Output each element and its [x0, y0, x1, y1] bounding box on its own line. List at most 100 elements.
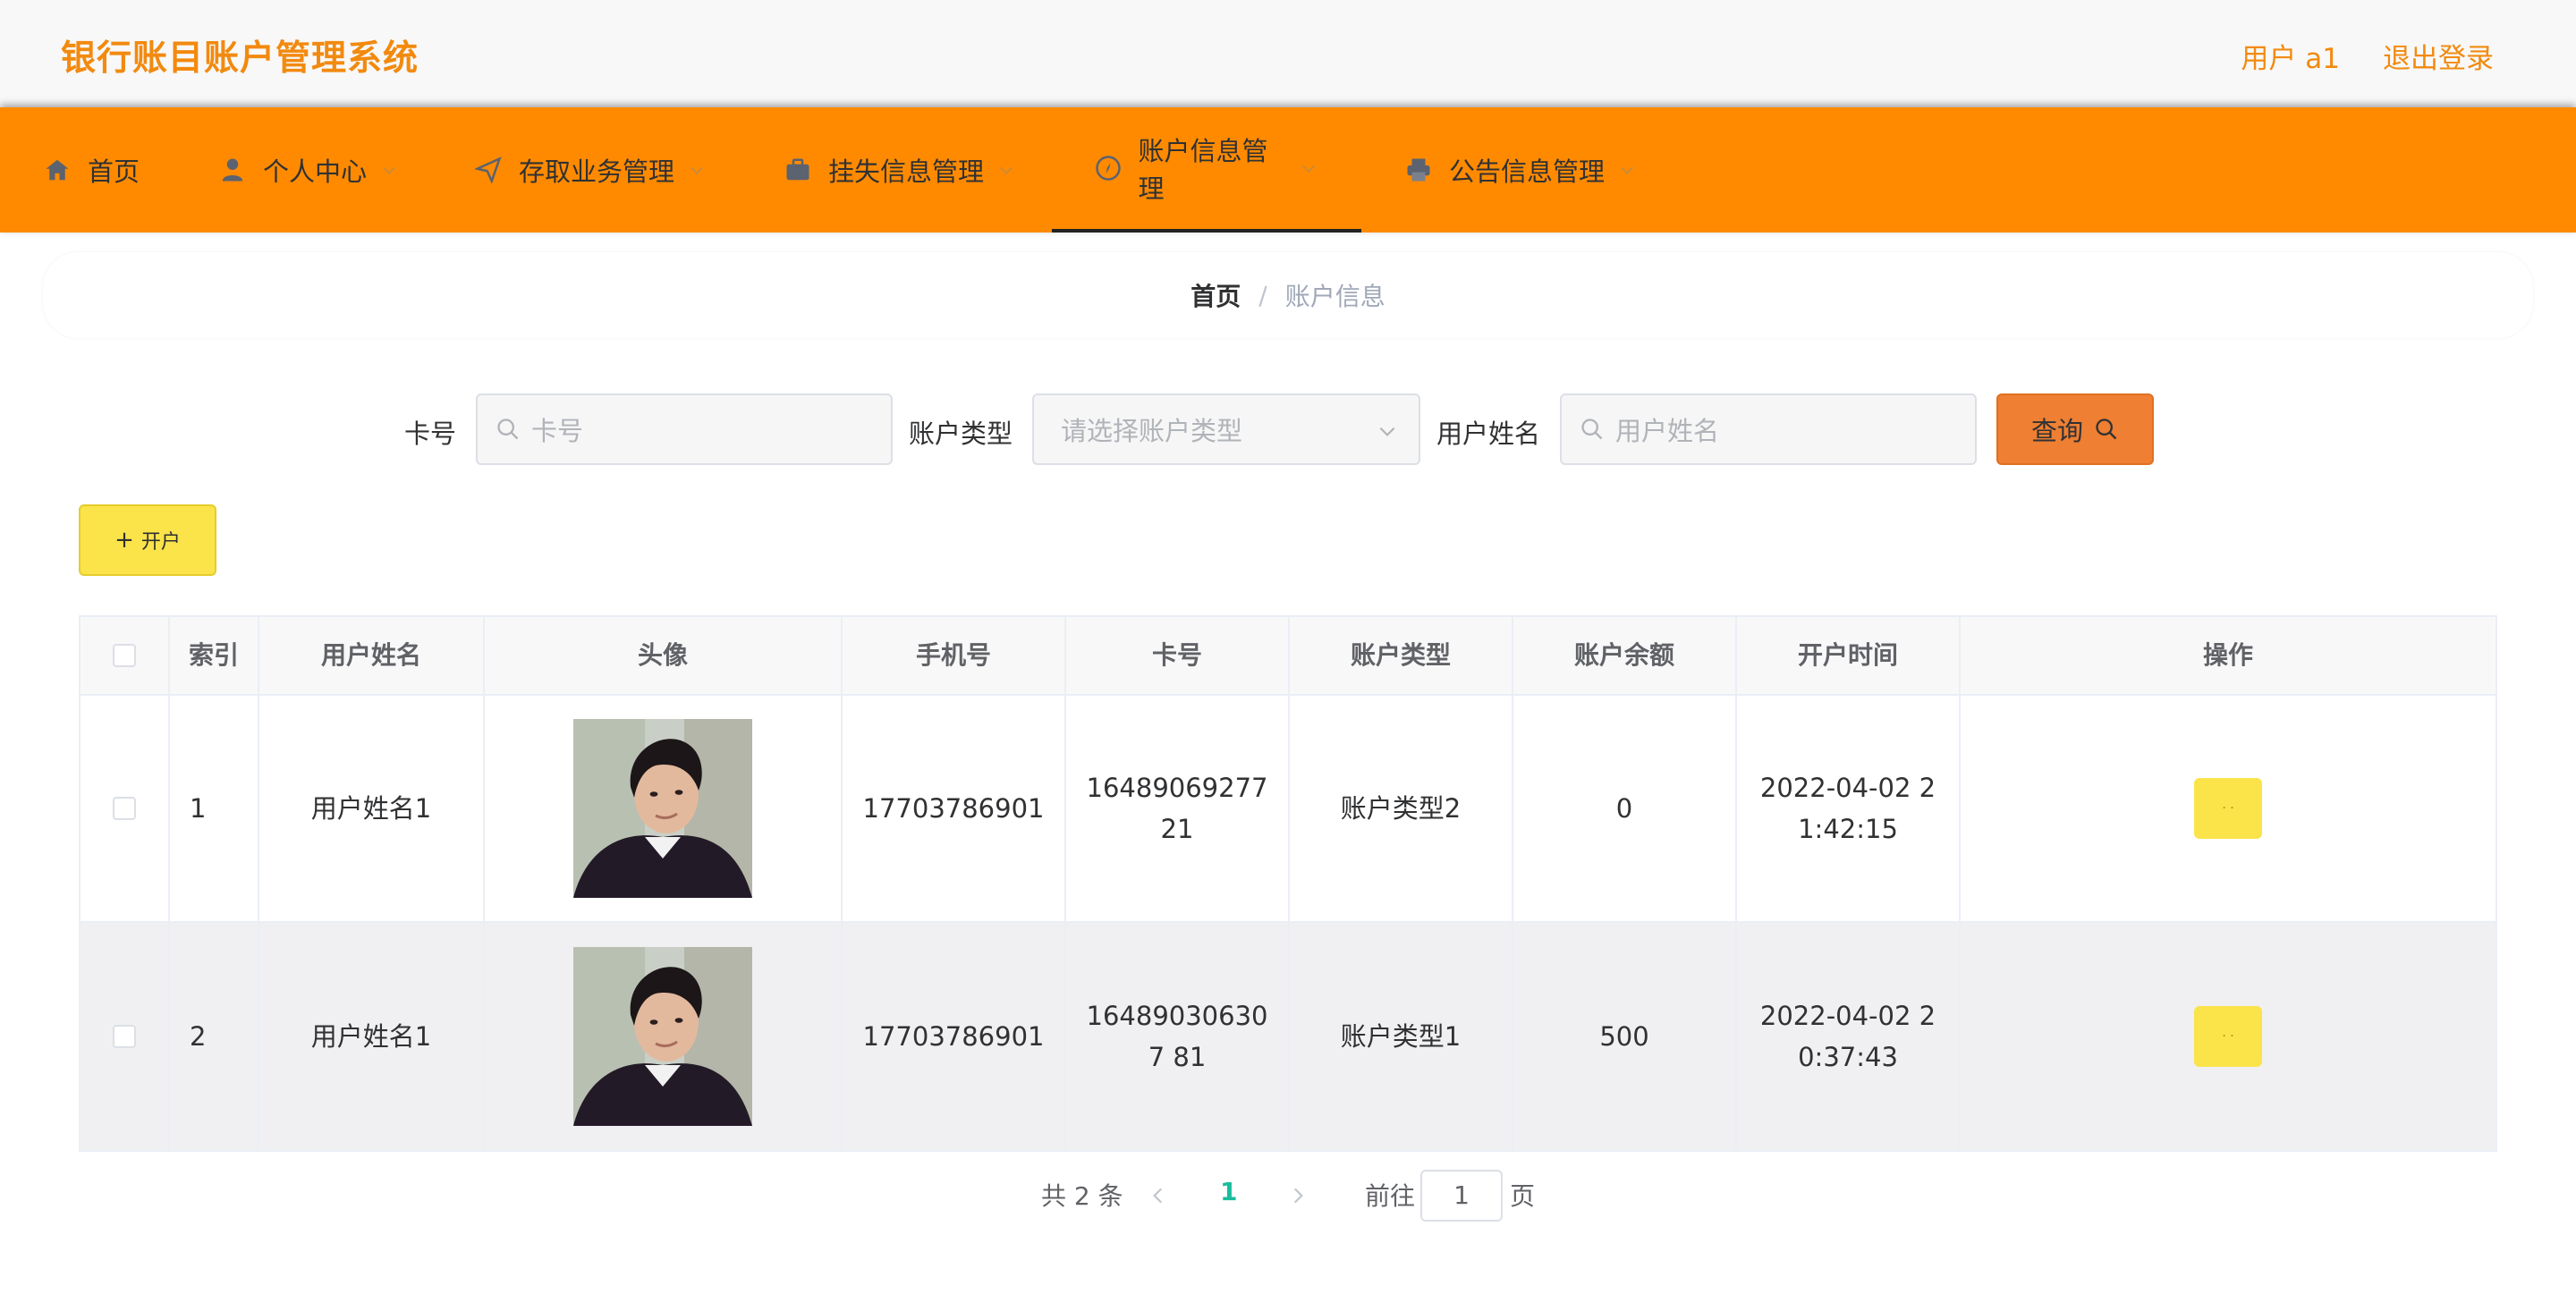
top-bar: 银行账目账户管理系统 用户 a1 退出登录: [0, 0, 2576, 107]
nav-label: 个人中心: [263, 156, 368, 187]
row-action-button[interactable]: · ·: [2194, 778, 2262, 839]
chevron-left-icon[interactable]: [1147, 1184, 1170, 1207]
search-icon: [2094, 417, 2119, 442]
column-header: 卡号: [1066, 617, 1290, 694]
index-cell: 2: [170, 923, 259, 1150]
open-account-label: 开户: [140, 531, 181, 554]
nav-item-loss-report[interactable]: 挂失信息管理: [784, 107, 1016, 233]
chevron-down-icon: [1376, 419, 1399, 442]
row-checkbox[interactable]: [113, 797, 136, 820]
operation-cell: · ·: [1961, 696, 2496, 921]
table-row: 1 用户姓名1 17703786901 1648906927721 账户类型2 …: [80, 696, 2496, 923]
phone-cell: 17703786901: [843, 696, 1066, 921]
search-icon: [496, 417, 521, 442]
avatar-cell: [485, 696, 843, 921]
card-number-input[interactable]: 卡号: [476, 393, 893, 465]
account-type-cell: 账户类型1: [1290, 923, 1513, 1150]
phone-cell: 17703786901: [843, 923, 1066, 1150]
row-select-cell: [80, 696, 170, 921]
user-name-label: 用户姓名: [1436, 419, 1541, 449]
index-cell: 1: [170, 696, 259, 921]
accounts-table: 索引 用户姓名 头像 手机号 卡号 账户类型 账户余额 开户时间 操作 1 用户…: [79, 615, 2497, 1152]
name-cell: 用户姓名1: [259, 923, 485, 1150]
chevron-down-icon: [687, 160, 707, 180]
nav-label: 挂失信息管理: [828, 156, 985, 187]
nav-label: 存取业务管理: [519, 156, 675, 187]
account-type-placeholder: 请选择账户类型: [1061, 416, 1243, 446]
column-header: 账户余额: [1513, 617, 1737, 694]
logout-link[interactable]: 退出登录: [2383, 36, 2494, 76]
open-time-cell: 2022-04-02 21:42:15: [1737, 696, 1961, 921]
account-type-cell: 账户类型2: [1290, 696, 1513, 921]
balance-cell: 500: [1513, 923, 1737, 1150]
select-all-cell: [80, 617, 170, 694]
card-number-placeholder: 卡号: [531, 416, 584, 446]
account-type-label: 账户类型: [909, 419, 1013, 449]
user-icon: [218, 156, 247, 184]
row-checkbox[interactable]: [113, 1025, 136, 1048]
user-area: 用户 a1 退出登录: [2241, 36, 2494, 76]
card-number-value: 1648906927721: [1086, 773, 1268, 844]
chevron-down-icon: [1617, 160, 1637, 180]
query-button[interactable]: 查询: [1996, 393, 2154, 465]
row-select-cell: [80, 923, 170, 1150]
search-icon: [1580, 417, 1605, 442]
nav-label: 公告信息管理: [1449, 156, 1606, 187]
pagination-goto-input[interactable]: 1: [1420, 1170, 1503, 1222]
account-type-select[interactable]: 请选择账户类型: [1032, 393, 1420, 465]
pagination-goto-label: 前往: [1365, 1181, 1416, 1211]
card-number-cell: 164890306307 81: [1066, 923, 1290, 1150]
name-cell: 用户姓名1: [259, 696, 485, 921]
column-header: 头像: [485, 617, 843, 694]
column-header: 开户时间: [1737, 617, 1961, 694]
table-row: 2 用户姓名1 17703786901 164890306307 81 账户类型…: [80, 923, 2496, 1150]
avatar: [573, 947, 752, 1126]
column-header: 手机号: [843, 617, 1066, 694]
search-form: 卡号 卡号 账户类型 请选择账户类型 用户姓名 用户姓名 查询: [0, 393, 2576, 465]
breadcrumb: 首页 / 账户信息: [43, 252, 2533, 338]
compass-icon: [1095, 154, 1122, 182]
pagination-total: 共 2 条: [1041, 1181, 1123, 1211]
pagination: 共 2 条 1 前往 1 页: [0, 1170, 2576, 1223]
current-user-label: 用户 a1: [2241, 43, 2340, 75]
nav-item-home[interactable]: 首页: [43, 107, 140, 233]
chevron-right-icon[interactable]: [1286, 1184, 1309, 1207]
send-icon: [474, 156, 503, 184]
open-time-value: 2022-04-02 21:42:15: [1759, 773, 1936, 844]
balance-cell: 0: [1513, 696, 1737, 921]
nav-item-account-info[interactable]: 账户信息管理: [1052, 107, 1361, 233]
card-number-cell: 1648906927721: [1066, 696, 1290, 921]
column-header: 账户类型: [1290, 617, 1513, 694]
query-button-label: 查询: [2030, 416, 2083, 446]
chevron-down-icon: [996, 160, 1016, 180]
printer-icon: [1404, 156, 1433, 184]
breadcrumb-home[interactable]: 首页: [1191, 277, 1241, 313]
nav-label: 首页: [88, 156, 140, 187]
chevron-down-icon: [379, 160, 399, 180]
plus-icon: +: [114, 527, 134, 554]
home-icon: [43, 156, 72, 184]
open-time-cell: 2022-04-02 20:37:43: [1737, 923, 1961, 1150]
table-header-row: 索引 用户姓名 头像 手机号 卡号 账户类型 账户余额 开户时间 操作: [80, 617, 2496, 696]
breadcrumb-separator: /: [1258, 280, 1267, 310]
card-number-value: 164890306307 81: [1086, 1001, 1268, 1072]
avatar-cell: [485, 923, 843, 1150]
operation-cell: · ·: [1961, 923, 2496, 1150]
column-header: 用户姓名: [259, 617, 485, 694]
user-name-input[interactable]: 用户姓名: [1560, 393, 1977, 465]
column-header: 操作: [2202, 640, 2253, 670]
nav-item-personal-center[interactable]: 个人中心: [218, 107, 399, 233]
app-title: 银行账目账户管理系统: [61, 38, 419, 79]
row-action-button[interactable]: · ·: [2194, 1006, 2262, 1067]
select-all-checkbox[interactable]: [113, 644, 136, 667]
open-account-button[interactable]: + 开户: [79, 504, 216, 576]
column-header: 索引: [170, 617, 259, 694]
nav-item-announcements[interactable]: 公告信息管理: [1404, 107, 1637, 233]
nav-label: 账户信息管理: [1138, 136, 1268, 204]
card-number-label: 卡号: [404, 419, 457, 449]
open-time-value: 2022-04-02 20:37:43: [1759, 1001, 1936, 1072]
briefcase-icon: [784, 156, 812, 184]
nav-item-deposit-withdraw[interactable]: 存取业务管理: [474, 107, 707, 233]
avatar: [573, 719, 752, 898]
pagination-page-number[interactable]: 1: [1220, 1177, 1237, 1206]
